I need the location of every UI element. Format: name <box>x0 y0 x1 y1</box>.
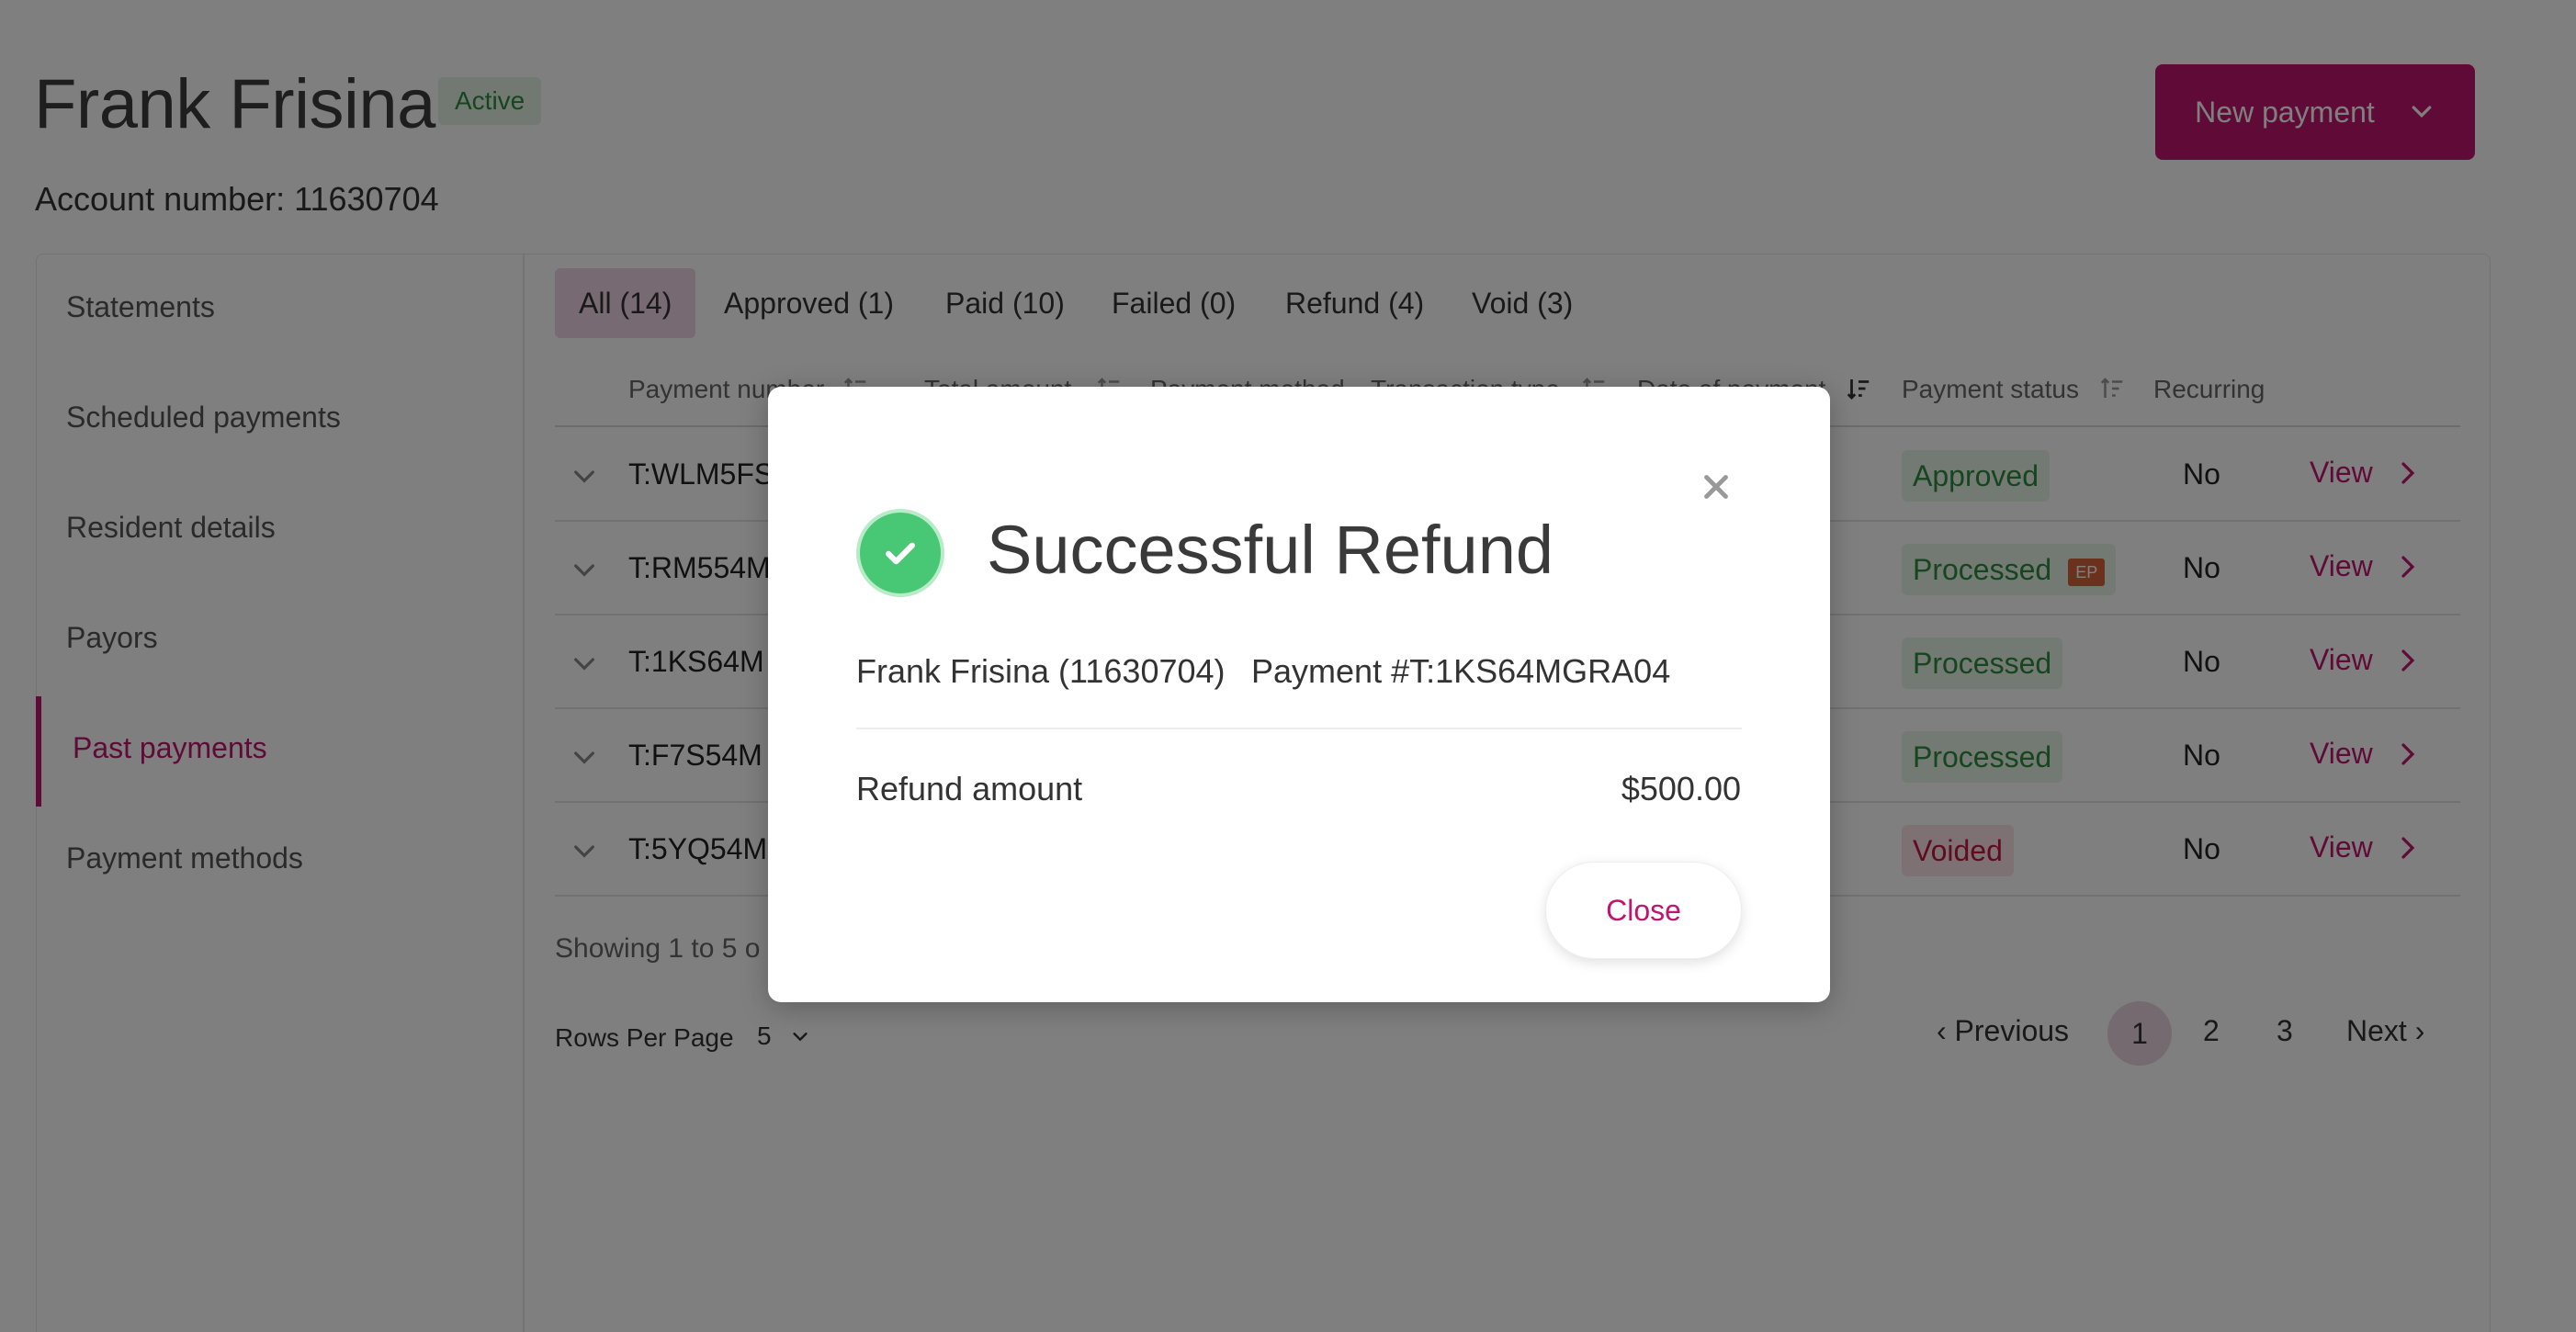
modal-divider <box>856 728 1742 729</box>
success-check-icon <box>856 509 944 597</box>
refund-amount-value: $500.00 <box>1621 770 1741 807</box>
modal-title: Successful Refund <box>987 512 1554 588</box>
modal-resident: Frank Frisina (11630704) <box>856 652 1226 690</box>
modal-payment-number: Payment #T:1KS64MGRA04 <box>1251 652 1671 690</box>
close-icon[interactable] <box>1700 470 1733 503</box>
refund-amount-label: Refund amount <box>856 770 1083 807</box>
page: Frank Frisina Active Account number: 116… <box>0 0 2576 1332</box>
close-button[interactable]: Close <box>1545 862 1742 959</box>
